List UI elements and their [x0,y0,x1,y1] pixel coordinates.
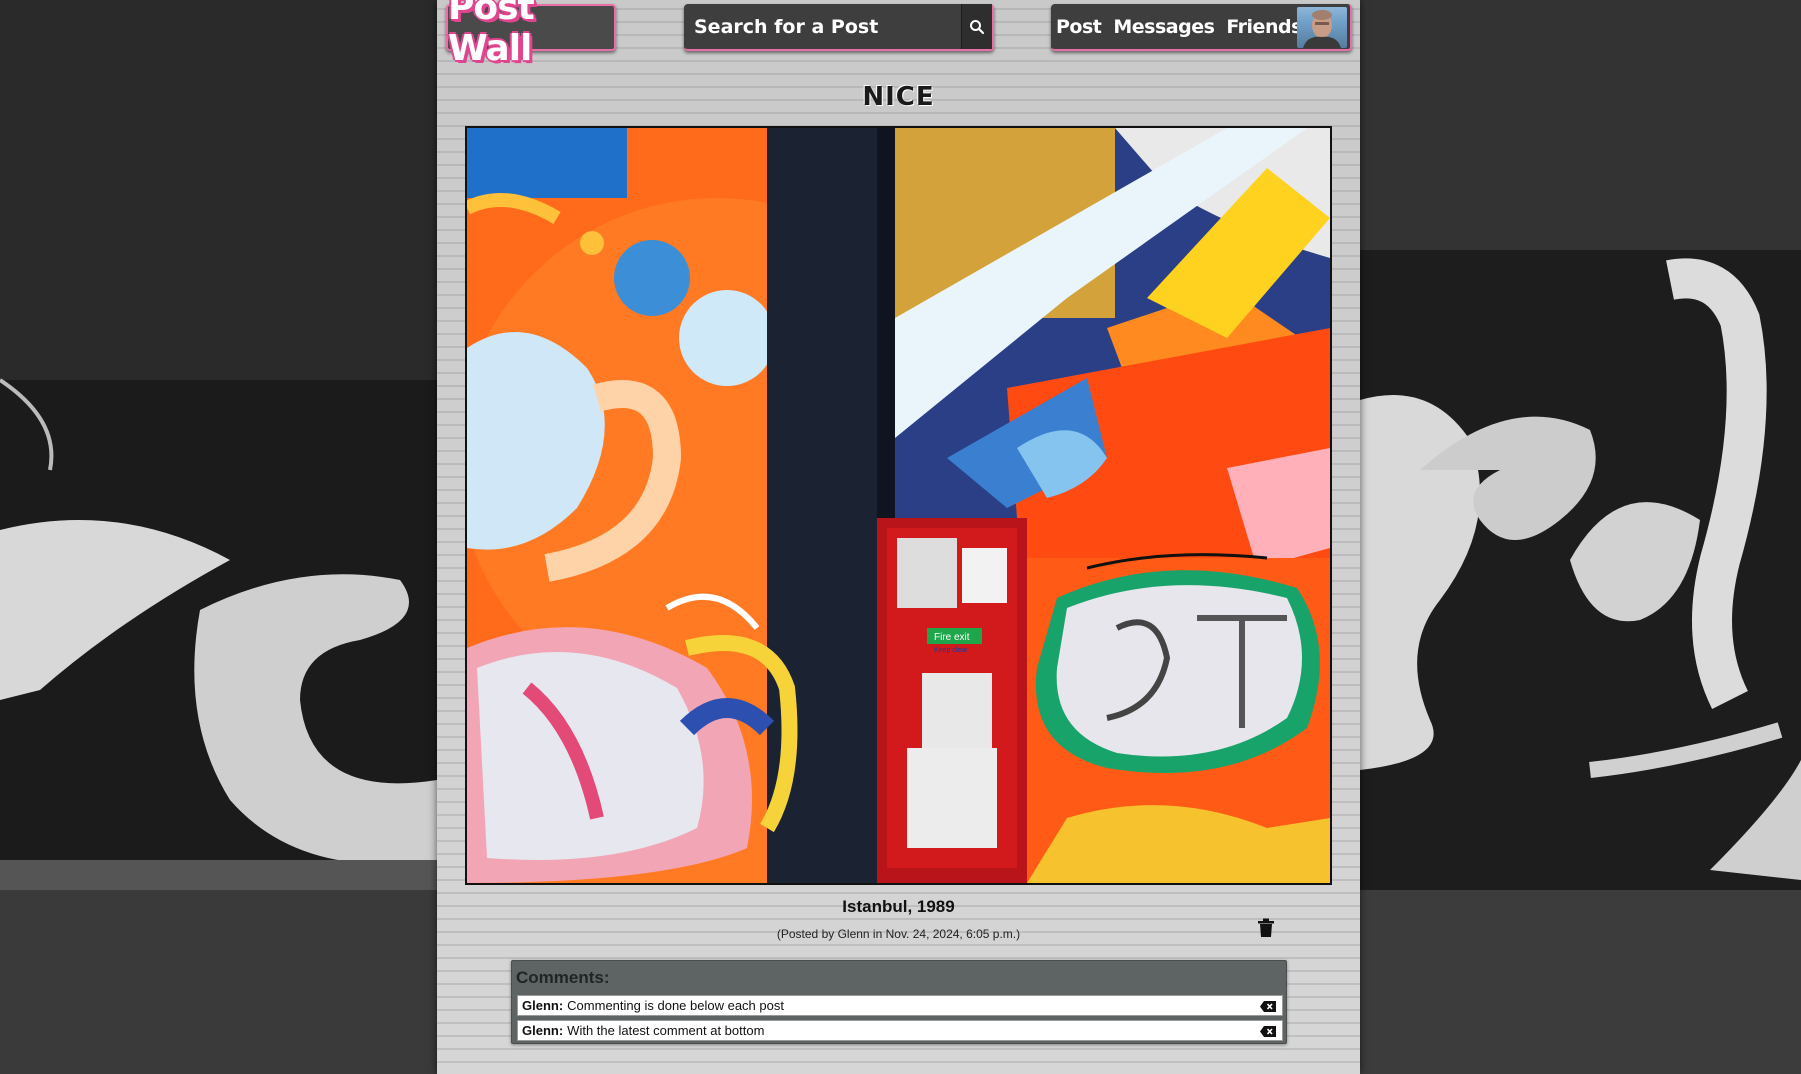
delete-comment-button[interactable] [1260,1025,1276,1037]
delete-post-button[interactable] [1257,918,1275,938]
search-bar [684,4,994,51]
brand-name: Post Wall [448,0,535,69]
comment-author: Glenn: [522,998,564,1013]
search-button[interactable] [961,4,992,49]
comment-item: Glenn: With the latest comment at bottom [517,1020,1283,1041]
main-nav: Post Messages Friends [1051,4,1352,51]
post-title: NICE [862,82,935,112]
search-input[interactable] [684,4,961,49]
post-image: Fire exit Keep clear [465,126,1332,885]
comment-item: Glenn: Commenting is done below each pos… [517,995,1283,1016]
comment-text: With the latest comment at bottom [567,1023,765,1038]
nav-post-link[interactable]: Post [1056,16,1102,38]
comments-title: Comments: [516,968,610,987]
brand-logo[interactable]: Post Wall [446,0,616,69]
nav-friends-link[interactable]: Friends [1226,16,1302,38]
backspace-icon [1260,1001,1276,1012]
post-meta: (Posted by Glenn in Nov. 24, 2024, 6:05 … [776,927,1021,941]
backspace-icon [1260,1026,1276,1037]
comment-author: Glenn: [522,1023,564,1038]
post-caption: Istanbul, 1989 [842,897,955,916]
fire-exit-sign: Fire exit [934,632,970,643]
delete-comment-button[interactable] [1260,1000,1276,1012]
trash-icon [1258,918,1274,937]
background-graffiti-right [1360,0,1801,1074]
search-icon [970,19,985,34]
comment-text: Commenting is done below each post [567,998,784,1013]
avatar[interactable] [1297,7,1347,48]
keep-clear-sign: Keep clear [934,647,968,654]
background-graffiti-left [0,0,437,1074]
comments-panel: Comments: Glenn: Commenting is done belo… [511,960,1287,1044]
nav-messages-link[interactable]: Messages [1113,16,1215,38]
